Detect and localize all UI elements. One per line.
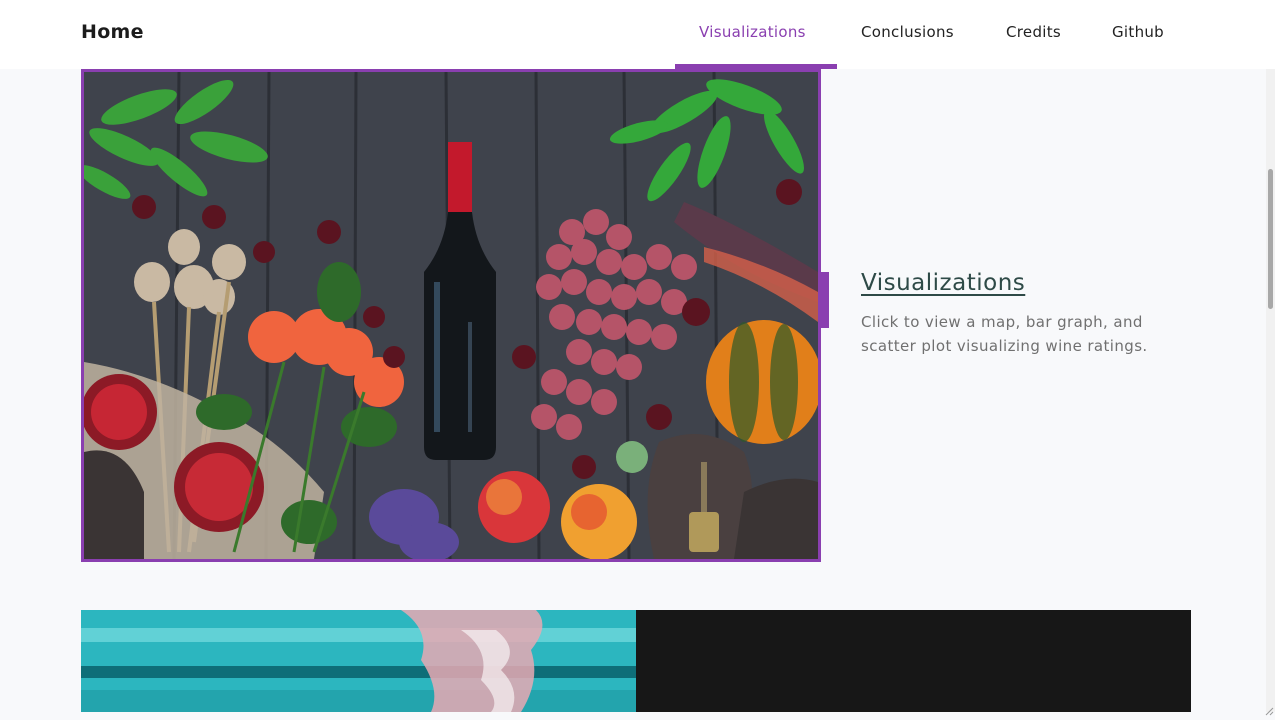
page-scrollbar[interactable]: [1266, 69, 1275, 712]
visualizations-card-title-link[interactable]: Visualizations: [861, 270, 1025, 296]
navbar: Home Visualizations Conclusions Credits …: [0, 0, 1275, 69]
card-accent-bar: [821, 272, 829, 328]
scrollbar-thumb[interactable]: [1268, 169, 1273, 309]
conclusions-card-image[interactable]: [81, 610, 636, 712]
nav-item-conclusions[interactable]: Conclusions: [861, 23, 954, 41]
nav-item-visualizations[interactable]: Visualizations: [699, 23, 806, 41]
nav-item-github[interactable]: Github: [1112, 23, 1164, 41]
resize-grip-icon[interactable]: [1264, 701, 1274, 716]
nav-item-credits[interactable]: Credits: [1006, 23, 1061, 41]
active-nav-indicator: [675, 64, 837, 69]
visualizations-card-image[interactable]: [81, 69, 821, 562]
conclusions-card-panel: [636, 610, 1191, 712]
brand-home-link[interactable]: Home: [81, 21, 144, 43]
visualizations-card-description: Click to view a map, bar graph, and scat…: [861, 313, 1148, 355]
